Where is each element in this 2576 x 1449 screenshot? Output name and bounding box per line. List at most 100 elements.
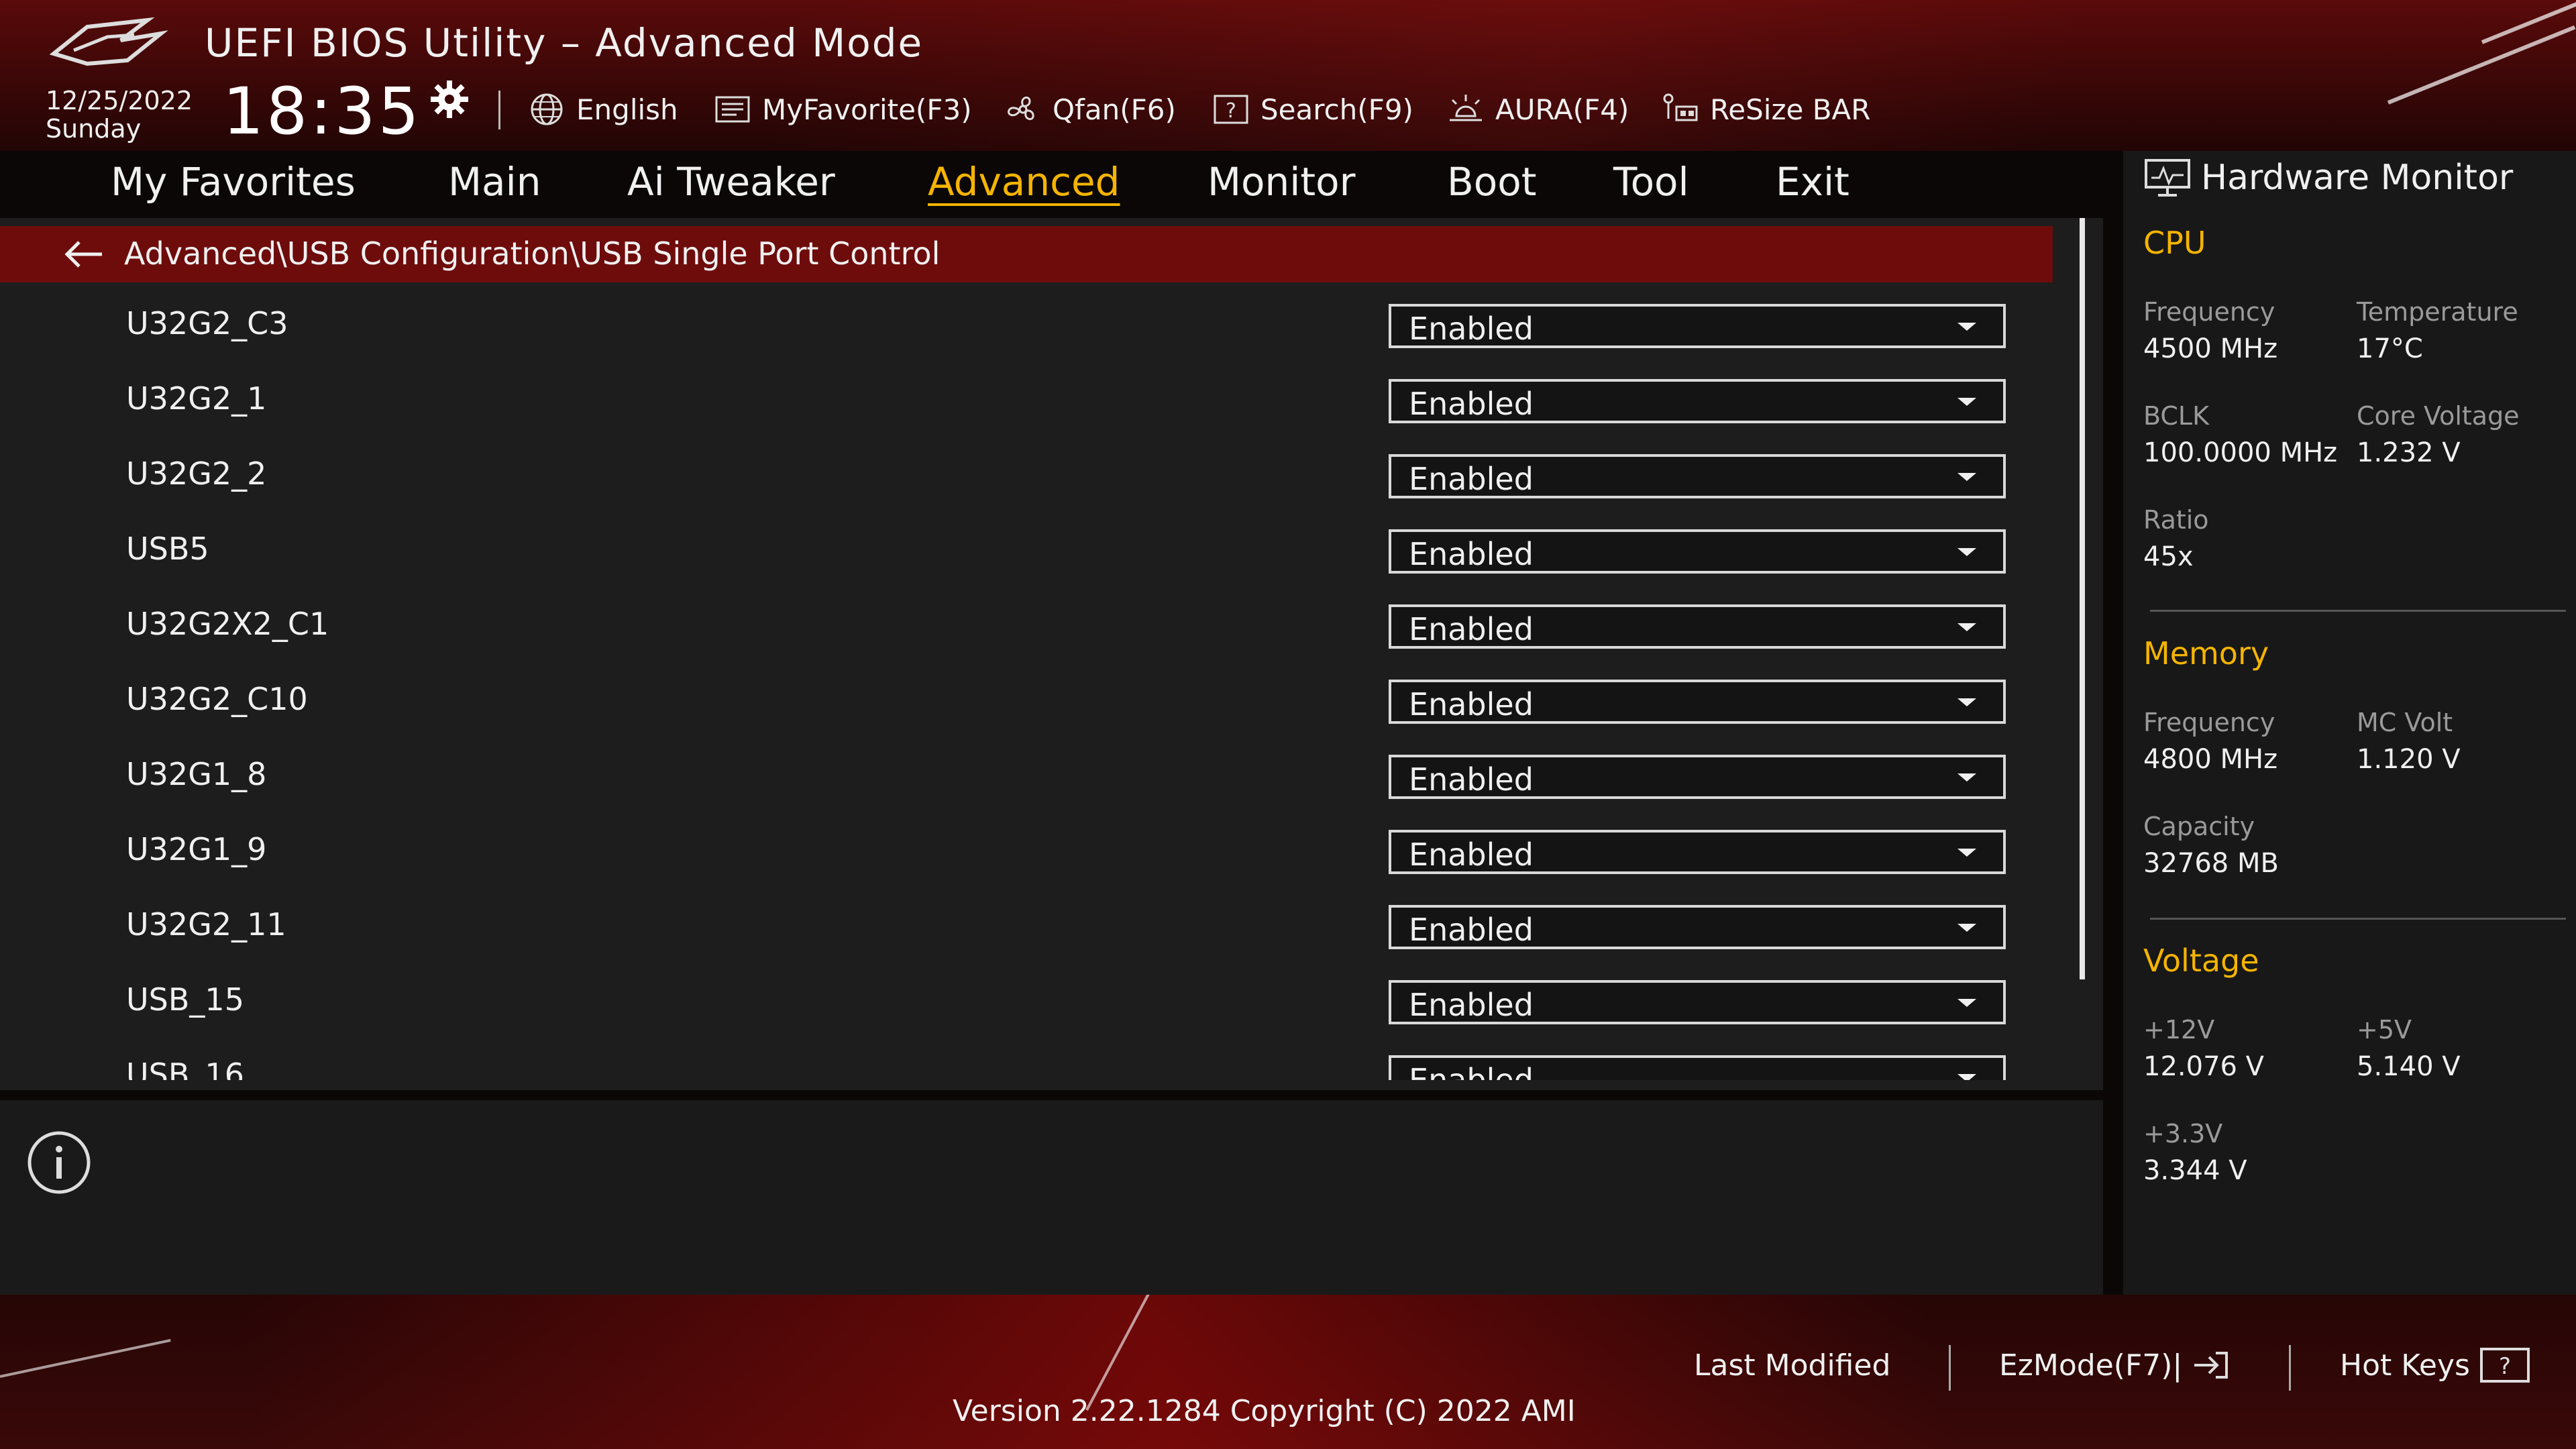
settings-scrollbar[interactable] (2080, 218, 2085, 979)
setting-label: USB_15 (126, 981, 244, 1018)
setting-dropdown[interactable]: Enabled (1389, 604, 2006, 649)
aura-light-icon (1450, 95, 1482, 121)
hardware-monitor-panel: Hardware Monitor CPU Frequency 4500 MHz … (2123, 151, 2576, 1295)
footer-divider (2289, 1345, 2291, 1391)
v5-value: 5.140 V (2357, 1051, 2461, 1082)
qfan-button[interactable]: Qfan(F6) (1003, 89, 1176, 129)
fan-icon (1008, 96, 1034, 121)
cpu-frequency-value: 4500 MHz (2143, 333, 2278, 364)
setting-row: U32G2_C3 Enabled (0, 285, 2053, 360)
ratio-value: 45x (2143, 541, 2194, 572)
setting-row: U32G2_1 Enabled (0, 360, 2053, 435)
last-modified-label: Last Modified (1694, 1348, 1891, 1383)
ezmode-button[interactable]: EzMode(F7)| (1999, 1345, 2229, 1385)
setting-dropdown[interactable]: Enabled (1389, 304, 2006, 348)
date-display: 12/25/2022 (46, 86, 193, 115)
section-divider (2150, 918, 2566, 920)
memory-frequency-label: Frequency (2143, 708, 2275, 737)
caret-down-icon (1957, 999, 1976, 1007)
capacity-value: 32768 MB (2143, 848, 2279, 879)
setting-dropdown[interactable]: Enabled (1389, 529, 2006, 574)
setting-dropdown[interactable]: Enabled (1389, 755, 2006, 799)
version-text: Version 2.22.1284 Copyright (C) 2022 AMI (953, 1394, 1576, 1428)
tab-boot[interactable]: Boot (1447, 159, 1537, 205)
v12-label: +12V (2143, 1015, 2215, 1044)
language-button[interactable]: English (527, 89, 678, 129)
dropdown-value: Enabled (1409, 611, 1534, 647)
hotkeys-button[interactable]: Hot Keys ? (2340, 1345, 2530, 1385)
tab-my-favorites[interactable]: My Favorites (111, 159, 356, 205)
caret-down-icon (1957, 849, 1976, 857)
search-button[interactable]: ? Search(F9) (1211, 89, 1413, 129)
caret-down-icon (1957, 398, 1976, 406)
svg-text:?: ? (1226, 99, 1236, 123)
mc-volt-value: 1.120 V (2357, 744, 2461, 775)
app-title: UEFI BIOS Utility – Advanced Mode (205, 20, 924, 66)
caret-down-icon (1957, 773, 1976, 782)
aura-button[interactable]: AURA(F4) (1446, 89, 1629, 129)
setting-row: USB_15 Enabled (0, 961, 2053, 1036)
myfavorite-button[interactable]: MyFavorite(F3) (712, 89, 972, 129)
v12-value: 12.076 V (2143, 1051, 2265, 1082)
setting-dropdown[interactable]: Enabled (1389, 379, 2006, 423)
caret-down-icon (1957, 1074, 1976, 1080)
memory-frequency-value: 4800 MHz (2143, 744, 2278, 775)
dropdown-value: Enabled (1409, 386, 1534, 422)
tab-monitor[interactable]: Monitor (1208, 159, 1355, 205)
caret-down-icon (1957, 323, 1976, 331)
aura-label: AURA(F4) (1495, 93, 1629, 126)
setting-row: USB5 Enabled (0, 511, 2053, 586)
setting-row: U32G2X2_C1 Enabled (0, 586, 2053, 661)
main-nav: My Favorites Main Ai Tweaker Advanced Mo… (0, 151, 2103, 218)
caret-down-icon (1957, 924, 1976, 932)
caret-down-icon (1957, 623, 1976, 631)
setting-dropdown[interactable]: Enabled (1389, 1055, 2006, 1080)
dropdown-value: Enabled (1409, 761, 1534, 798)
dropdown-value: Enabled (1409, 311, 1534, 347)
setting-row: U32G1_9 Enabled (0, 811, 2053, 886)
setting-dropdown[interactable]: Enabled (1389, 830, 2006, 874)
hotkeys-label: Hot Keys (2340, 1348, 2470, 1383)
back-arrow-icon[interactable] (62, 239, 105, 269)
tab-exit[interactable]: Exit (1776, 159, 1849, 205)
cpu-temperature-label: Temperature (2357, 297, 2518, 327)
setting-label: U32G2_11 (126, 906, 286, 943)
setting-label: U32G2_C3 (126, 305, 288, 341)
setting-dropdown[interactable]: Enabled (1389, 980, 2006, 1024)
globe-icon (531, 93, 563, 125)
favorite-icon (715, 96, 750, 123)
caret-down-icon (1957, 548, 1976, 556)
dropdown-value: Enabled (1409, 912, 1534, 948)
myfavorite-label: MyFavorite(F3) (762, 93, 972, 126)
setting-dropdown[interactable]: Enabled (1389, 454, 2006, 498)
qfan-label: Qfan(F6) (1053, 93, 1176, 126)
day-display: Sunday (46, 114, 142, 144)
tab-advanced[interactable]: Advanced (928, 159, 1120, 205)
setting-dropdown[interactable]: Enabled (1389, 680, 2006, 724)
hardware-monitor-title: Hardware Monitor (2201, 158, 2514, 198)
rog-logo (49, 17, 168, 66)
tab-tool[interactable]: Tool (1613, 159, 1689, 205)
mc-volt-label: MC Volt (2357, 708, 2453, 737)
dropdown-value: Enabled (1409, 686, 1534, 722)
setting-row: U32G2_11 Enabled (0, 886, 2053, 961)
resize-bar-button[interactable]: ReSize BAR (1660, 89, 1870, 129)
dropdown-value: Enabled (1409, 987, 1534, 1023)
setting-label: USB5 (126, 531, 209, 567)
hardware-monitor-header: Hardware Monitor (2143, 158, 2513, 198)
v33-value: 3.344 V (2143, 1155, 2247, 1186)
setting-row: U32G2_2 Enabled (0, 435, 2053, 511)
memory-section-title: Memory (2143, 635, 2269, 672)
gear-icon[interactable] (429, 79, 470, 119)
setting-row: U32G2_C10 Enabled (0, 661, 2053, 736)
setting-label: U32G2_C10 (126, 681, 308, 717)
help-panel (0, 1100, 2103, 1295)
setting-dropdown[interactable]: Enabled (1389, 905, 2006, 949)
setting-label: U32G2_1 (126, 380, 267, 417)
setting-label: U32G2_2 (126, 455, 267, 492)
last-modified-button[interactable]: Last Modified (1694, 1345, 1890, 1385)
tab-ai-tweaker[interactable]: Ai Tweaker (627, 159, 835, 205)
tab-main[interactable]: Main (448, 159, 541, 205)
core-voltage-value: 1.232 V (2357, 437, 2461, 468)
setting-label: U32G1_9 (126, 831, 267, 867)
